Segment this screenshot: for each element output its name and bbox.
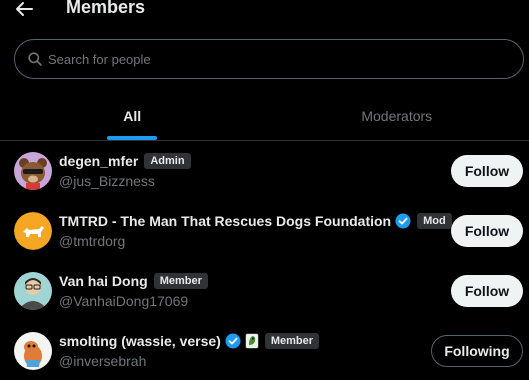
arrow-left-icon	[16, 2, 33, 16]
avatar[interactable]	[14, 212, 52, 250]
tab-moderators[interactable]: Moderators	[265, 92, 529, 140]
member-handle[interactable]: @tmtrdorg	[59, 233, 125, 249]
search-input[interactable]	[48, 51, 523, 67]
tab-all-label: All	[123, 108, 142, 124]
search-box[interactable]	[14, 39, 524, 79]
role-badge: Mod	[417, 213, 452, 229]
affiliate-badge-icon[interactable]	[244, 333, 259, 349]
avatar[interactable]	[14, 152, 52, 190]
verified-icon	[395, 213, 411, 229]
member-name[interactable]: TMTRD - The Man That Rescues Dogs Founda…	[59, 213, 391, 229]
search-icon	[28, 52, 42, 66]
header: Members	[0, 0, 529, 28]
role-badge: Member	[264, 333, 320, 349]
following-button[interactable]: Following	[431, 335, 523, 367]
name-line: smolting (wassie, verse) Member	[59, 333, 320, 349]
active-tab-indicator	[107, 136, 158, 140]
member-row[interactable]: TMTRD - The Man That Rescues Dogs Founda…	[0, 201, 529, 261]
tab-moderators-label: Moderators	[361, 108, 433, 124]
tab-bar: All Moderators	[0, 92, 529, 141]
member-row[interactable]: degen_mfer Admin @jus_Bizzness Follow	[0, 141, 529, 201]
name-line: Van hai Dong Member	[59, 273, 208, 289]
name-line: TMTRD - The Man That Rescues Dogs Founda…	[59, 213, 452, 229]
avatar[interactable]	[14, 332, 52, 370]
member-row[interactable]: Van hai Dong Member @VanhaiDong17069 Fol…	[0, 261, 529, 321]
follow-button[interactable]: Follow	[451, 275, 523, 307]
name-line: degen_mfer Admin	[59, 153, 191, 169]
member-name[interactable]: degen_mfer	[59, 153, 138, 169]
member-handle[interactable]: @inversebrah	[59, 353, 146, 369]
avatar[interactable]	[14, 272, 52, 310]
role-badge: Admin	[144, 153, 191, 169]
follow-button[interactable]: Follow	[451, 215, 523, 247]
tab-all[interactable]: All	[0, 92, 265, 140]
member-handle[interactable]: @VanhaiDong17069	[59, 293, 188, 309]
follow-button[interactable]: Follow	[451, 155, 523, 187]
member-handle[interactable]: @jus_Bizzness	[59, 173, 155, 189]
member-name[interactable]: Van hai Dong	[59, 273, 148, 289]
member-row[interactable]: smolting (wassie, verse) Member @inverse…	[0, 321, 529, 380]
page-title: Members	[66, 0, 146, 17]
back-button[interactable]	[14, 0, 34, 18]
role-badge: Member	[153, 273, 208, 289]
member-name[interactable]: smolting (wassie, verse)	[59, 333, 221, 349]
verified-icon	[225, 333, 241, 349]
